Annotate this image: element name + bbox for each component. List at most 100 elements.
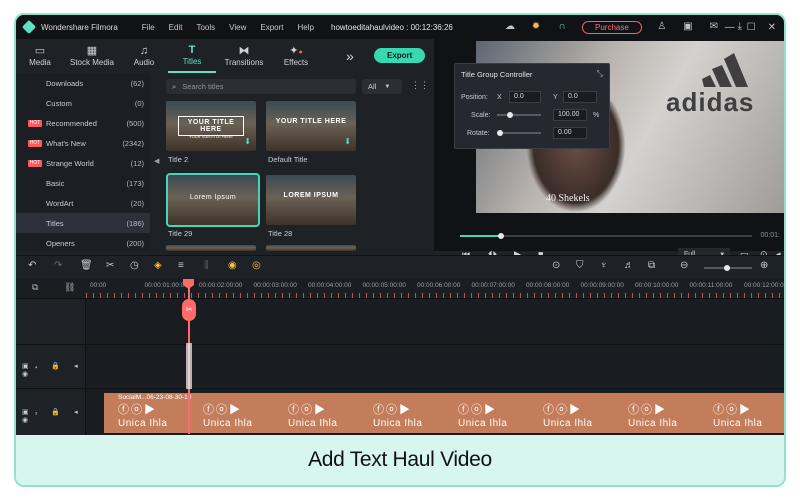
zoom-slider-knob[interactable] [724, 265, 730, 271]
filter-dropdown[interactable]: All ▼ [362, 79, 402, 94]
thumbnail-partial[interactable] [266, 245, 356, 251]
split-icon[interactable]: ✂ [106, 260, 114, 271]
download-arrow-icon[interactable]: ⬇ [344, 137, 351, 146]
render-icon[interactable]: ⊙ [552, 260, 560, 271]
save-icon[interactable]: ▣ [682, 21, 694, 33]
scale-field[interactable]: 100.00 [553, 109, 587, 121]
category-item[interactable]: Custom (0) [16, 93, 150, 113]
more-tabs-icon[interactable]: » [346, 48, 354, 64]
category-label: Titles [46, 218, 64, 228]
microphone-icon[interactable]: ♆ [600, 260, 608, 271]
scrubber-knob[interactable] [498, 233, 504, 239]
track-empty [16, 298, 784, 344]
category-item[interactable]: Openers (200) [16, 233, 150, 253]
menu-file[interactable]: File [142, 23, 155, 32]
menu-edit[interactable]: Edit [169, 23, 183, 32]
split-scissors-icon[interactable]: ✂ [182, 299, 196, 321]
collapse-icon[interactable]: ⤡ [597, 69, 603, 79]
rotate-row: Rotate: 0.00 [455, 126, 611, 140]
title-group-controller: Title Group Controller ⤡ Position: X 0.0… [454, 63, 610, 149]
category-item[interactable]: HOT Recommended (500) [16, 113, 150, 133]
delete-icon[interactable]: 🗑 [80, 260, 93, 271]
maximize-icon[interactable]: ☐ [747, 22, 756, 33]
mail-icon[interactable]: ✉ [708, 21, 720, 33]
rotate-field[interactable]: 0.00 [553, 127, 587, 139]
grid-view-icon[interactable]: ⋮⋮ [411, 80, 429, 91]
voiceover-icon[interactable]: ♬ [624, 260, 634, 271]
social-icons: ⓕⓞ▶ [118, 404, 157, 416]
titlebar-icons: ☁ ✹ ∩ Purchase ♙ ▣ ✉ ⤓ [504, 15, 746, 39]
menu-tools[interactable]: Tools [196, 23, 215, 32]
category-item[interactable]: HOT What's New (2342) [16, 133, 150, 153]
category-item[interactable]: Titles (186) [16, 213, 150, 233]
thumbnail-partial[interactable] [166, 245, 256, 251]
stabilize-icon[interactable]: ◎ [252, 260, 261, 271]
tab-media[interactable]: ▭ Media [16, 39, 64, 73]
purchase-button[interactable]: Purchase [582, 20, 642, 34]
account-icon[interactable]: ♙ [656, 21, 668, 33]
category-item[interactable]: Downloads (62) [16, 73, 150, 93]
tab-titles[interactable]: T Titles [168, 39, 216, 73]
position-y-field[interactable]: 0.0 [563, 91, 597, 103]
thumbnail-title-2[interactable]: YOUR TITLE HERE YOUR SUBTITLE HERE ⬇ [166, 101, 256, 151]
category-item[interactable]: HOT Strange World (12) [16, 153, 150, 173]
export-button[interactable]: Export [374, 48, 426, 63]
category-item[interactable]: WordArt (20) [16, 193, 150, 213]
search-input[interactable]: ⌕ Search titles [166, 79, 356, 94]
adjust-icon[interactable]: ≡ [178, 260, 184, 271]
minimize-icon[interactable]: — [725, 22, 735, 33]
undo-icon[interactable]: ↶ [28, 260, 36, 271]
rotate-slider-knob[interactable] [497, 130, 503, 136]
zoom-in-icon[interactable]: ⊕ [760, 260, 768, 271]
thumbnail-title-29[interactable]: Lorem Ipsum [166, 173, 260, 227]
color-icon[interactable]: ◉ [228, 260, 237, 271]
redo-icon[interactable]: ↷ [54, 260, 62, 271]
tab-effects[interactable]: ✦● Effects [272, 39, 320, 73]
title-overlay-text[interactable]: 40 Shekels [546, 193, 590, 204]
clip-brand-text: Unica Ihla [713, 418, 763, 429]
thumbnail-default-title[interactable]: YOUR TITLE HERE ⬇ [266, 101, 356, 151]
marker-icon[interactable]: ⛉ [576, 260, 584, 271]
position-x-field[interactable]: 0.0 [509, 91, 541, 103]
music-note-icon: ♫ [139, 45, 149, 57]
scale-slider-knob[interactable] [507, 112, 513, 118]
effects-icon: ✦● [289, 45, 303, 57]
cloud-icon[interactable]: ☁ [504, 21, 516, 33]
ruler-tick-label: 00:00:02:00:00 [199, 282, 243, 289]
track-controls-icons[interactable]: ▣₃ 🔒 ◂ ◉ [22, 408, 85, 424]
menu-help[interactable]: Help [297, 23, 313, 32]
category-label: Recommended [46, 118, 97, 128]
hot-badge: HOT [28, 119, 42, 127]
keyframe-icon[interactable]: ◈ [154, 260, 162, 271]
screenshot-frame: Wondershare Filmora File Edit Tools View… [14, 13, 786, 487]
zoom-slider[interactable] [704, 265, 752, 271]
clip-brand-text: Unica Ihla [118, 418, 168, 429]
link-icon[interactable]: ⛓ [64, 282, 75, 293]
add-track-icon[interactable]: ⧉ [32, 282, 38, 293]
headset-icon[interactable]: ∩ [556, 21, 568, 33]
video-clip[interactable]: SocialM...06-23-08-30-10 ⓕⓞ▶ Unica Ihla ⓕⓞ… [104, 393, 784, 433]
speed-icon[interactable]: ◷ [130, 260, 139, 271]
audio-wave-icon[interactable]: ⫼ [204, 260, 209, 271]
zoom-out-icon[interactable]: ⊖ [680, 260, 688, 271]
window-controls: — ☐ ✕ [725, 15, 776, 39]
track-controls-icons[interactable]: ▣₄ 🔒 ◂ ◉ [22, 362, 85, 378]
preview-scrubber[interactable] [460, 233, 752, 239]
close-icon[interactable]: ✕ [768, 22, 776, 33]
collapse-panel-icon[interactable]: ◀ [154, 157, 159, 165]
chevron-down-icon: ▼ [384, 83, 391, 90]
tab-audio[interactable]: ♫ Audio [120, 39, 168, 73]
timeline-ruler[interactable]: ⧉ ⛓ 00:00 00:00:01:00:00 00:00:02:00:00 00:… [16, 278, 784, 298]
menu-export[interactable]: Export [260, 23, 283, 32]
menu-view[interactable]: View [229, 23, 246, 32]
download-arrow-icon[interactable]: ⬇ [244, 137, 251, 146]
thumbnail-title-28[interactable]: LOREM IPSUM [266, 175, 356, 225]
ruler-tick-label: 00:00:10:00:00 [635, 282, 679, 289]
tab-stock-media[interactable]: ▦ Stock Media [64, 39, 120, 73]
lightbulb-icon[interactable]: ✹ [530, 21, 542, 33]
rotate-slider[interactable] [497, 130, 541, 136]
category-item[interactable]: Basic (173) [16, 173, 150, 193]
pip-icon[interactable]: ⧉ [648, 260, 655, 271]
scale-slider[interactable] [497, 112, 541, 118]
tab-transitions[interactable]: ⧓ Transitions [216, 39, 272, 73]
